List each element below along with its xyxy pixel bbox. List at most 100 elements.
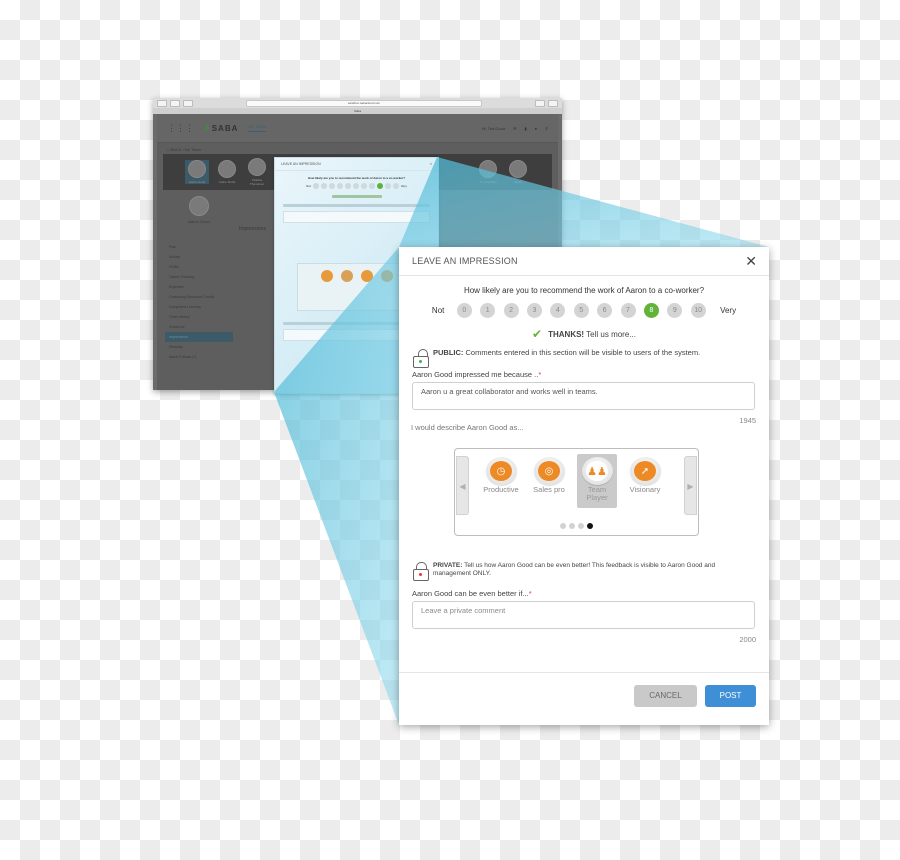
- sidebar-item: Aaron Follows (7): [169, 355, 197, 359]
- required-marker: *: [528, 589, 532, 598]
- user-menu: Hi, Ted Good: [481, 125, 506, 131]
- carousel-next-button[interactable]: ▶: [684, 456, 697, 515]
- mini-badge: [361, 270, 373, 282]
- saba-logo: ✦SABA: [204, 123, 239, 133]
- apps-grid-icon: ⋮⋮⋮: [167, 122, 194, 133]
- private-char-counter: 2000: [739, 635, 756, 644]
- sidebar-item: Order History: [169, 315, 190, 319]
- lock-icon: [413, 562, 429, 581]
- badge-label: Productive: [483, 485, 519, 494]
- cancel-button[interactable]: CANCEL: [634, 685, 697, 707]
- team-member: Charles Thompson: [245, 158, 269, 186]
- bookmark-icon: ▮: [524, 125, 527, 131]
- tabs-button: [548, 99, 558, 107]
- profile-avatar: [189, 196, 209, 216]
- carousel-prev-button[interactable]: ◀: [456, 456, 469, 515]
- score-8[interactable]: 8: [643, 303, 659, 318]
- thanks-message: ✔ THANKS! Tell us more...: [399, 328, 769, 340]
- score-2[interactable]: 2: [503, 303, 519, 318]
- mini-score: [392, 183, 399, 189]
- private-notice: PRIVATE: Tell us how Aaron Good can be e…: [413, 562, 753, 581]
- team-member: Aaron Good: [185, 160, 209, 184]
- post-button[interactable]: POST: [705, 685, 756, 707]
- share-button: [535, 99, 545, 107]
- pager-dot-1[interactable]: [560, 523, 566, 529]
- browser-toolbar: sandbox.sabacloud.com: [153, 98, 562, 108]
- mini-question: How likely are you to recommend the work…: [307, 176, 406, 180]
- avatar: [188, 160, 206, 178]
- private-field-label: Aaron Good can be even better if...*: [412, 589, 532, 598]
- sidebar-item: Plan: [169, 245, 177, 249]
- score-9[interactable]: 9: [667, 303, 683, 318]
- profile-name: Aaron Good: [188, 219, 210, 224]
- score-5[interactable]: 5: [573, 303, 589, 318]
- badge-label: Team Player: [586, 485, 608, 502]
- badge-visionary[interactable]: ➚ Visionary: [625, 454, 665, 508]
- pager-dot-4[interactable]: [587, 523, 593, 529]
- dialog-title: LEAVE AN IMPRESSION: [412, 256, 518, 266]
- score-scale: Not 0 1 2 3 4 5 6 7 8 9 10 Very: [399, 303, 769, 318]
- badge-carousel: ◀ ◷ Productive ◎ Sales pro ♟♟ Team Playe…: [454, 448, 699, 536]
- public-label: PUBLIC:: [433, 348, 464, 357]
- sidebar-item: Completed Learning: [169, 305, 201, 309]
- sidebar-menu: Plan Activity Profile Career Planning Ex…: [165, 242, 233, 362]
- sidebar-item-impressions: Impressions: [165, 332, 233, 342]
- badge-label: Visionary: [629, 485, 661, 494]
- close-icon[interactable]: ✕: [745, 254, 757, 268]
- avatar: [479, 160, 497, 178]
- dialog-header: LEAVE AN IMPRESSION ✕: [399, 247, 769, 276]
- unlock-icon: [413, 349, 429, 368]
- team-member: Andre Smith: [215, 160, 239, 184]
- team-icon: ♟♟: [586, 461, 608, 481]
- sidebar-item: Rewards: [169, 345, 183, 349]
- sidebar-button: [183, 99, 193, 107]
- describe-label: I would describe Aaron Good as...: [411, 423, 524, 432]
- mini-scale-low: Not: [306, 184, 311, 188]
- pager-dot-3[interactable]: [578, 523, 584, 529]
- score-1[interactable]: 1: [480, 303, 496, 318]
- search-icon: ⚲: [545, 125, 548, 131]
- leave-impression-dialog: LEAVE AN IMPRESSION ✕ How likely are you…: [399, 247, 769, 725]
- back-button: [157, 99, 167, 107]
- mini-score: [344, 183, 351, 189]
- score-7[interactable]: 7: [620, 303, 636, 318]
- nav-my-team: MY TEAM: [248, 124, 267, 132]
- medal-icon: ◎: [538, 461, 560, 481]
- impressions-heading: Impressions: [239, 226, 266, 232]
- help-icon: ●: [534, 125, 538, 131]
- dialog-footer: CANCEL POST: [399, 672, 769, 725]
- mini-score: [328, 183, 335, 189]
- sidebar-item: Check-ins: [169, 325, 185, 329]
- public-comment-input[interactable]: Aaron u a great collaborator and works w…: [412, 382, 755, 410]
- pager-dot-2[interactable]: [569, 523, 575, 529]
- score-10[interactable]: 10: [690, 303, 706, 318]
- mini-score-selected: [376, 183, 383, 189]
- score-0[interactable]: 0: [456, 303, 472, 318]
- scale-low-label: Not: [431, 306, 445, 315]
- badge-sales-pro[interactable]: ◎ Sales pro: [529, 454, 569, 508]
- required-marker: *: [538, 370, 542, 379]
- mini-close-icon: ×: [429, 162, 432, 166]
- avatar: [509, 160, 527, 178]
- badge-team-player[interactable]: ♟♟ Team Player: [577, 454, 617, 508]
- score-6[interactable]: 6: [597, 303, 613, 318]
- carousel-pager: [455, 523, 698, 529]
- app-header: ⋮⋮⋮ ✦SABA MY TEAM Hi, Ted Good ✉ ▮ ● ⚲: [157, 114, 558, 143]
- compass-icon: ➚: [634, 461, 656, 481]
- private-label: PRIVATE:: [433, 562, 463, 569]
- mini-scale: Not Very: [275, 183, 438, 189]
- inbox-icon: ✉: [513, 125, 517, 131]
- mini-badge: [321, 270, 333, 282]
- score-4[interactable]: 4: [550, 303, 566, 318]
- mini-dialog-title: LEAVE AN IMPRESSION: [281, 162, 321, 166]
- score-3[interactable]: 3: [526, 303, 542, 318]
- sidebar-item: Activity: [169, 255, 181, 259]
- public-notice: PUBLIC: Comments entered in this section…: [413, 348, 753, 368]
- sidebar-item: Expertise: [169, 285, 184, 289]
- mini-thanks: [331, 195, 382, 198]
- mini-score: [360, 183, 367, 189]
- team-member: Nadia: [506, 160, 530, 184]
- clock-icon: ◷: [490, 461, 512, 481]
- private-comment-input[interactable]: Leave a private comment: [412, 601, 755, 629]
- badge-productive[interactable]: ◷ Productive: [481, 454, 521, 508]
